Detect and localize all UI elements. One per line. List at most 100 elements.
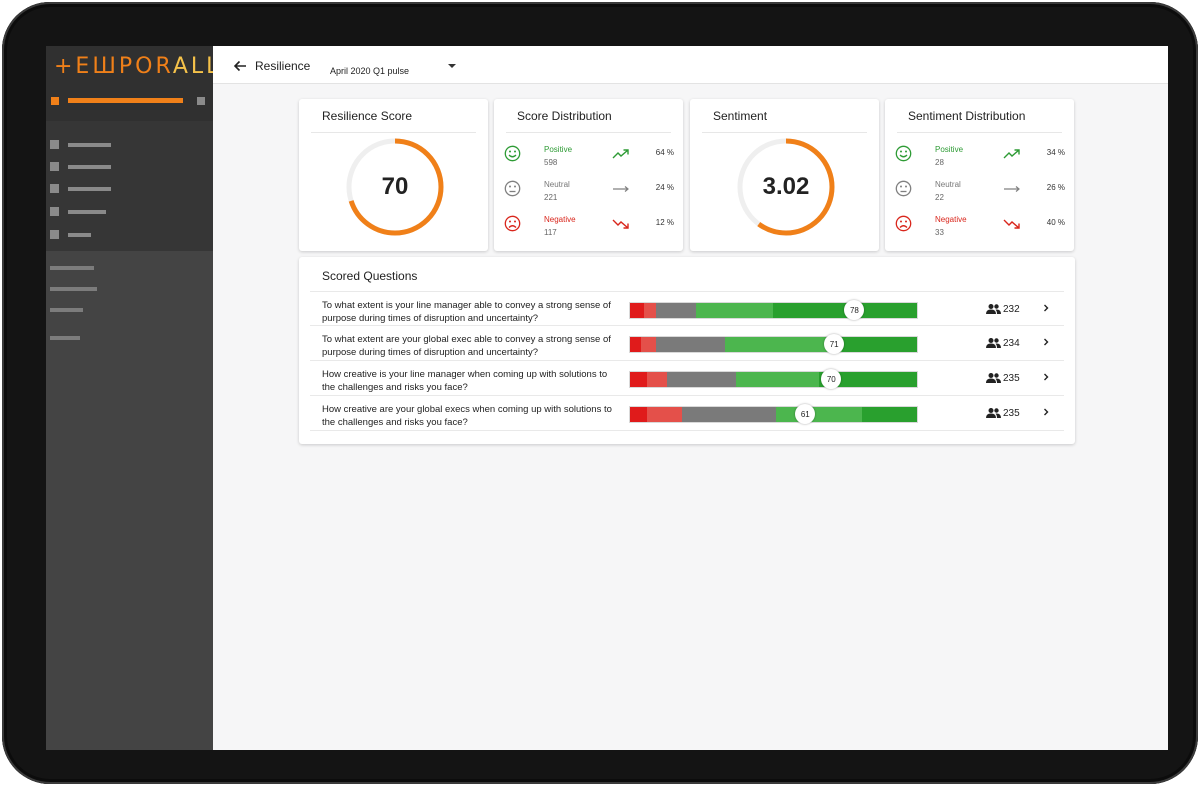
chevron-right-icon[interactable] bbox=[1041, 371, 1051, 383]
app-screen: +EШPORALL Resilience April 2020 Q1 pulse… bbox=[46, 46, 1168, 750]
bar-segment-positive bbox=[736, 372, 820, 387]
sidebar-link-2[interactable] bbox=[50, 287, 97, 291]
distribution-row-negative: Negative 117 12 % bbox=[504, 215, 674, 245]
pulse-select-value: April 2020 Q1 pulse bbox=[330, 66, 410, 76]
bar-segment-neutral bbox=[681, 407, 777, 422]
score-distribution-bar bbox=[629, 406, 918, 423]
card-divider bbox=[506, 132, 671, 133]
respondent-count: 235 bbox=[1003, 408, 1020, 419]
people-icon bbox=[986, 304, 1001, 314]
bar-segment-strongly-negative bbox=[630, 372, 648, 387]
bar-segment-negative bbox=[644, 303, 656, 318]
distribution-label: Negative bbox=[544, 215, 576, 224]
sidebar-item-1[interactable] bbox=[50, 139, 200, 151]
sentiment-distribution-card: Sentiment Distribution Positive 28 34 % Neu… bbox=[885, 99, 1074, 251]
resilience-score-card: Resilience Score 70 bbox=[299, 99, 488, 251]
bar-segment-strongly-negative bbox=[630, 407, 648, 422]
card-title: Resilience Score bbox=[322, 109, 413, 123]
top-bar: Resilience April 2020 Q1 pulse bbox=[213, 46, 1168, 84]
card-title: Score Distribution bbox=[517, 109, 612, 123]
distribution-row-positive: Positive 28 34 % bbox=[895, 145, 1065, 175]
scored-questions-card: Scored Questions To what extent is your … bbox=[299, 257, 1075, 444]
sidebar: +EШPORALL bbox=[46, 46, 218, 750]
trending-up-icon bbox=[612, 149, 629, 159]
chevron-right-icon[interactable] bbox=[1041, 302, 1051, 314]
bar-segment-strongly-negative bbox=[630, 337, 642, 352]
distribution-percent: 64 % bbox=[655, 148, 674, 157]
distribution-row-positive: Positive 598 64 % bbox=[504, 145, 674, 175]
sidebar-item-5[interactable] bbox=[50, 229, 200, 241]
distribution-percent: 12 % bbox=[655, 218, 674, 227]
sidebar-link-3[interactable] bbox=[50, 308, 83, 312]
sentiment-value: 3.02 bbox=[762, 173, 810, 200]
question-row[interactable]: To what extent are your global exec able… bbox=[310, 326, 1064, 361]
distribution-percent: 34 % bbox=[1046, 148, 1065, 157]
nav-item-label-placeholder bbox=[68, 143, 111, 147]
distribution-row-negative: Negative 33 40 % bbox=[895, 215, 1065, 245]
bar-segment-positive bbox=[695, 303, 774, 318]
nav-item-label-placeholder bbox=[68, 187, 111, 191]
bar-segment-neutral bbox=[655, 337, 725, 352]
distribution-percent: 40 % bbox=[1046, 218, 1065, 227]
pulse-select[interactable]: April 2020 Q1 pulse bbox=[330, 61, 460, 76]
nav-item-icon bbox=[50, 207, 59, 216]
nav-item-label-placeholder bbox=[68, 210, 106, 214]
question-text: To what extent are your global exec able… bbox=[322, 334, 611, 358]
sidebar-header: +EШPORALL bbox=[46, 46, 218, 121]
bar-segment-negative bbox=[641, 337, 656, 352]
temporall-logo: +EШPORALL bbox=[54, 54, 221, 79]
chevron-down-icon bbox=[448, 64, 456, 68]
bar-segment-positive bbox=[776, 407, 863, 422]
question-row[interactable]: How creative are your global execs when … bbox=[310, 396, 1064, 431]
bar-segment-strongly-positive bbox=[842, 337, 917, 352]
trending-down-icon bbox=[1003, 219, 1020, 229]
respondent-count: 234 bbox=[1003, 338, 1020, 349]
score-distribution-card: Score Distribution Positive 598 64 % Neutra… bbox=[494, 99, 683, 251]
back-arrow-icon[interactable] bbox=[231, 57, 249, 75]
sidebar-item-2[interactable] bbox=[50, 161, 200, 173]
card-title: Sentiment bbox=[713, 109, 768, 123]
bar-segment-strongly-positive bbox=[862, 407, 917, 422]
question-row[interactable]: To what extent is your line manager able… bbox=[310, 291, 1064, 326]
question-row[interactable]: How creative is your line manager when c… bbox=[310, 361, 1064, 396]
logo-text-head: +EШPOR bbox=[54, 54, 173, 79]
sentiment-card: Sentiment 3.02 bbox=[690, 99, 879, 251]
question-text: How creative is your line manager when c… bbox=[322, 369, 608, 393]
score-distribution-bar bbox=[629, 371, 918, 388]
distribution-row-neutral: Neutral 22 26 % bbox=[895, 180, 1065, 210]
distribution-count: 22 bbox=[935, 193, 944, 202]
score-distribution-bar bbox=[629, 302, 918, 319]
distribution-label: Neutral bbox=[544, 180, 570, 189]
bar-segment-neutral bbox=[655, 303, 696, 318]
arrow-right-icon bbox=[1004, 186, 1020, 192]
sidebar-nav bbox=[46, 121, 213, 251]
sidebar-item-4[interactable] bbox=[50, 206, 200, 218]
nav-item-icon bbox=[50, 140, 59, 149]
distribution-count: 221 bbox=[544, 193, 558, 202]
nav-item-label-placeholder bbox=[68, 233, 91, 237]
sidebar-link-1[interactable] bbox=[50, 266, 94, 270]
tablet-frame: +EШPORALL Resilience April 2020 Q1 pulse… bbox=[2, 2, 1198, 784]
respondent-count: 235 bbox=[1003, 373, 1020, 384]
distribution-label: Positive bbox=[544, 145, 573, 154]
sidebar-item-3[interactable] bbox=[50, 183, 200, 195]
distribution-count: 117 bbox=[544, 228, 557, 237]
frown-icon bbox=[504, 215, 521, 232]
chevron-right-icon[interactable] bbox=[1041, 406, 1051, 418]
sidebar-link-4[interactable] bbox=[50, 336, 80, 340]
arrow-right-icon bbox=[613, 186, 629, 192]
card-divider bbox=[311, 132, 476, 133]
smile-icon bbox=[895, 145, 912, 162]
progress-start-marker bbox=[51, 97, 59, 105]
page-title: Resilience bbox=[255, 59, 311, 73]
distribution-count: 28 bbox=[935, 158, 944, 167]
question-text: How creative are your global execs when … bbox=[322, 404, 612, 428]
resilience-score-value: 70 bbox=[381, 173, 409, 200]
distribution-label: Negative bbox=[935, 215, 967, 224]
progress-end-marker bbox=[197, 97, 205, 105]
neutral-face-icon bbox=[895, 180, 912, 197]
bar-segment-negative bbox=[647, 407, 682, 422]
chevron-right-icon[interactable] bbox=[1041, 336, 1051, 348]
respondent-count: 232 bbox=[1003, 304, 1020, 315]
distribution-percent: 24 % bbox=[655, 183, 674, 192]
